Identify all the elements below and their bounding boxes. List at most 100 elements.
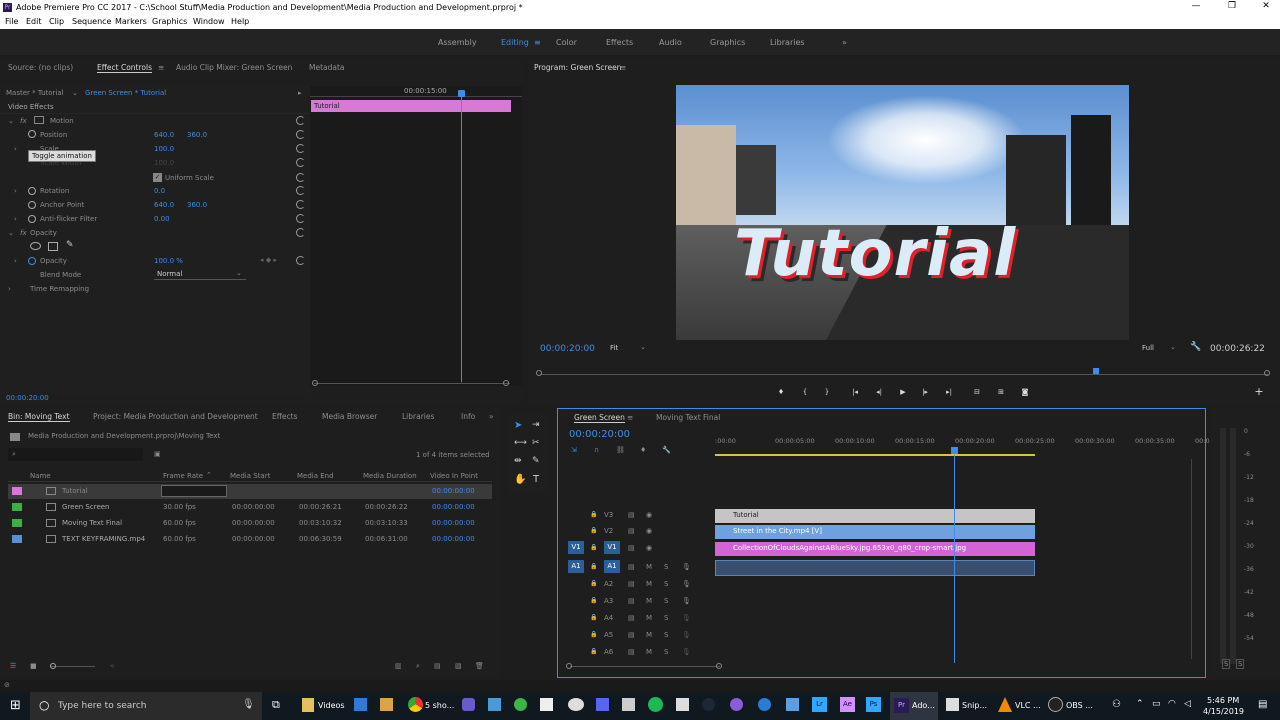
workspace-graphics[interactable]: Graphics: [710, 38, 745, 47]
mute-button[interactable]: M: [646, 614, 652, 622]
lock-icon[interactable]: 🔒: [590, 648, 597, 655]
tab-audio-clip-mixer[interactable]: Audio Clip Mixer: Green Screen: [176, 63, 292, 72]
sync-lock-icon[interactable]: ▤: [628, 631, 635, 639]
stopwatch-icon[interactable]: [28, 187, 36, 195]
lock-icon[interactable]: 🔒: [590, 614, 597, 621]
windows-start-icon[interactable]: ⊞: [10, 698, 21, 713]
sync-lock-icon[interactable]: ▤: [628, 597, 635, 605]
razor-tool-icon[interactable]: ✂: [532, 438, 540, 448]
timeline-playhead-handle[interactable]: [951, 447, 958, 454]
scale-value[interactable]: 100.0: [154, 145, 174, 153]
reset-icon[interactable]: [296, 228, 305, 237]
icon-view-icon[interactable]: ■: [30, 662, 37, 670]
frame-rate-edit-field[interactable]: [161, 485, 227, 497]
slip-tool-icon[interactable]: ⇹: [514, 456, 522, 466]
menu-sequence[interactable]: Sequence: [72, 17, 111, 26]
sync-lock-icon[interactable]: ▤: [628, 580, 635, 588]
ellipse-mask-icon[interactable]: [30, 242, 41, 250]
taskbar-app-obs[interactable]: OBS ...: [1066, 701, 1093, 710]
eye-icon[interactable]: ◉: [646, 527, 652, 535]
workspace-assembly[interactable]: Assembly: [438, 38, 477, 47]
menu-edit[interactable]: Edit: [26, 17, 42, 26]
app-icon[interactable]: [568, 698, 584, 711]
menu-clip[interactable]: Clip: [49, 17, 64, 26]
reset-icon[interactable]: [296, 214, 305, 223]
lock-icon[interactable]: 🔒: [590, 597, 597, 604]
stopwatch-icon[interactable]: [28, 201, 36, 209]
workspace-menu-icon[interactable]: ≡: [534, 38, 541, 47]
source-patch-v1[interactable]: V1: [568, 541, 584, 554]
mute-button[interactable]: M: [646, 597, 652, 605]
tab-media-browser[interactable]: Media Browser: [322, 412, 377, 421]
tab-source[interactable]: Source: (no clips): [8, 63, 73, 72]
mute-button[interactable]: M: [646, 563, 652, 571]
app-icon[interactable]: [596, 698, 609, 711]
sequence-clip-label[interactable]: Green Screen * Tutorial: [85, 89, 166, 97]
mark-in-icon[interactable]: {: [796, 384, 814, 400]
scroll-handle[interactable]: [716, 663, 722, 669]
eye-icon[interactable]: ◉: [646, 511, 652, 519]
zoom-slider-handle[interactable]: [50, 663, 56, 669]
clip-v1-clouds[interactable]: CollectionOfCloudsAgainstABlueSky.jpg.65…: [715, 542, 1035, 556]
notifications-icon[interactable]: ▤: [1258, 699, 1267, 710]
folder-icon[interactable]: [302, 698, 314, 712]
lightroom-icon[interactable]: Lr: [812, 697, 827, 712]
col-video-in-point[interactable]: Video In Point: [430, 472, 478, 480]
solo-left-button[interactable]: S: [1222, 659, 1231, 669]
col-media-end[interactable]: Media End: [297, 472, 334, 480]
list-view-icon[interactable]: ☰: [10, 662, 16, 670]
sync-lock-icon[interactable]: ▤: [628, 544, 635, 552]
blend-mode-select[interactable]: Normal ⌄: [154, 269, 246, 280]
hand-tool-icon[interactable]: ✋: [514, 474, 526, 485]
after-effects-icon[interactable]: Ae: [840, 697, 855, 712]
zoom-slider[interactable]: [50, 666, 95, 667]
col-media-start[interactable]: Media Start: [230, 472, 270, 480]
rectangle-mask-icon[interactable]: [48, 242, 58, 251]
more-tabs-icon[interactable]: »: [489, 412, 494, 421]
lock-icon[interactable]: 🔒: [590, 631, 597, 638]
panel-menu-icon[interactable]: ≡: [620, 63, 626, 72]
workspace-more-icon[interactable]: »: [842, 38, 847, 47]
tab-effect-controls[interactable]: Effect Controls: [97, 63, 152, 73]
track-select-tool-icon[interactable]: ⇥: [532, 420, 540, 430]
list-item[interactable]: TEXT KEYFRAMING.mp4 60.00 fps 00:00:00:00 0…: [8, 532, 492, 547]
minimize-button[interactable]: —: [1186, 1, 1206, 11]
tab-libraries[interactable]: Libraries: [402, 412, 434, 421]
task-view-icon[interactable]: ⧉: [272, 698, 280, 712]
track-name-a2[interactable]: A2: [604, 580, 613, 588]
vertical-scrollbar[interactable]: [1191, 459, 1192, 659]
trash-icon[interactable]: 🗑: [475, 662, 484, 670]
mute-button[interactable]: M: [646, 631, 652, 639]
stopwatch-icon[interactable]: [28, 257, 36, 265]
taskbar-app-snip[interactable]: Snip...: [962, 701, 987, 710]
tab-effects[interactable]: Effects: [272, 412, 298, 421]
expand-icon[interactable]: ›: [14, 187, 17, 195]
sync-lock-icon[interactable]: ▤: [628, 511, 635, 519]
app-icon[interactable]: [488, 698, 501, 711]
tab-metadata[interactable]: Metadata: [309, 63, 345, 72]
lock-icon[interactable]: 🔒: [590, 563, 597, 570]
master-clip-select[interactable]: Master * Tutorial: [6, 89, 64, 97]
workspace-effects[interactable]: Effects: [606, 38, 633, 47]
mute-button[interactable]: M: [646, 648, 652, 656]
play-only-icon[interactable]: ▸: [298, 89, 302, 97]
menu-file[interactable]: File: [5, 17, 18, 26]
app-icon[interactable]: [514, 698, 527, 711]
sort-icon[interactable]: ⟡: [110, 662, 115, 671]
clip-v3-tutorial[interactable]: Tutorial: [715, 509, 1035, 523]
clock-date[interactable]: 4/15/2019: [1203, 707, 1244, 716]
fx-icon[interactable]: fx: [20, 229, 27, 237]
scroll-handle[interactable]: [312, 380, 318, 386]
new-bin-icon[interactable]: ▣: [154, 450, 161, 458]
track-name-v1[interactable]: V1: [604, 541, 620, 554]
workspace-editing[interactable]: Editing: [501, 38, 529, 47]
position-y-value[interactable]: 360.0: [187, 131, 207, 139]
tab-sequence-green-screen[interactable]: Green Screen: [574, 413, 625, 423]
ripple-edit-tool-icon[interactable]: ⟷: [514, 438, 527, 448]
app-icon[interactable]: [622, 698, 635, 711]
vlc-icon[interactable]: [998, 697, 1012, 712]
track-name-a3[interactable]: A3: [604, 597, 613, 605]
nest-icon[interactable]: ⇲: [571, 446, 577, 454]
track-name-a1[interactable]: A1: [604, 560, 620, 573]
col-name[interactable]: Name: [30, 472, 51, 480]
